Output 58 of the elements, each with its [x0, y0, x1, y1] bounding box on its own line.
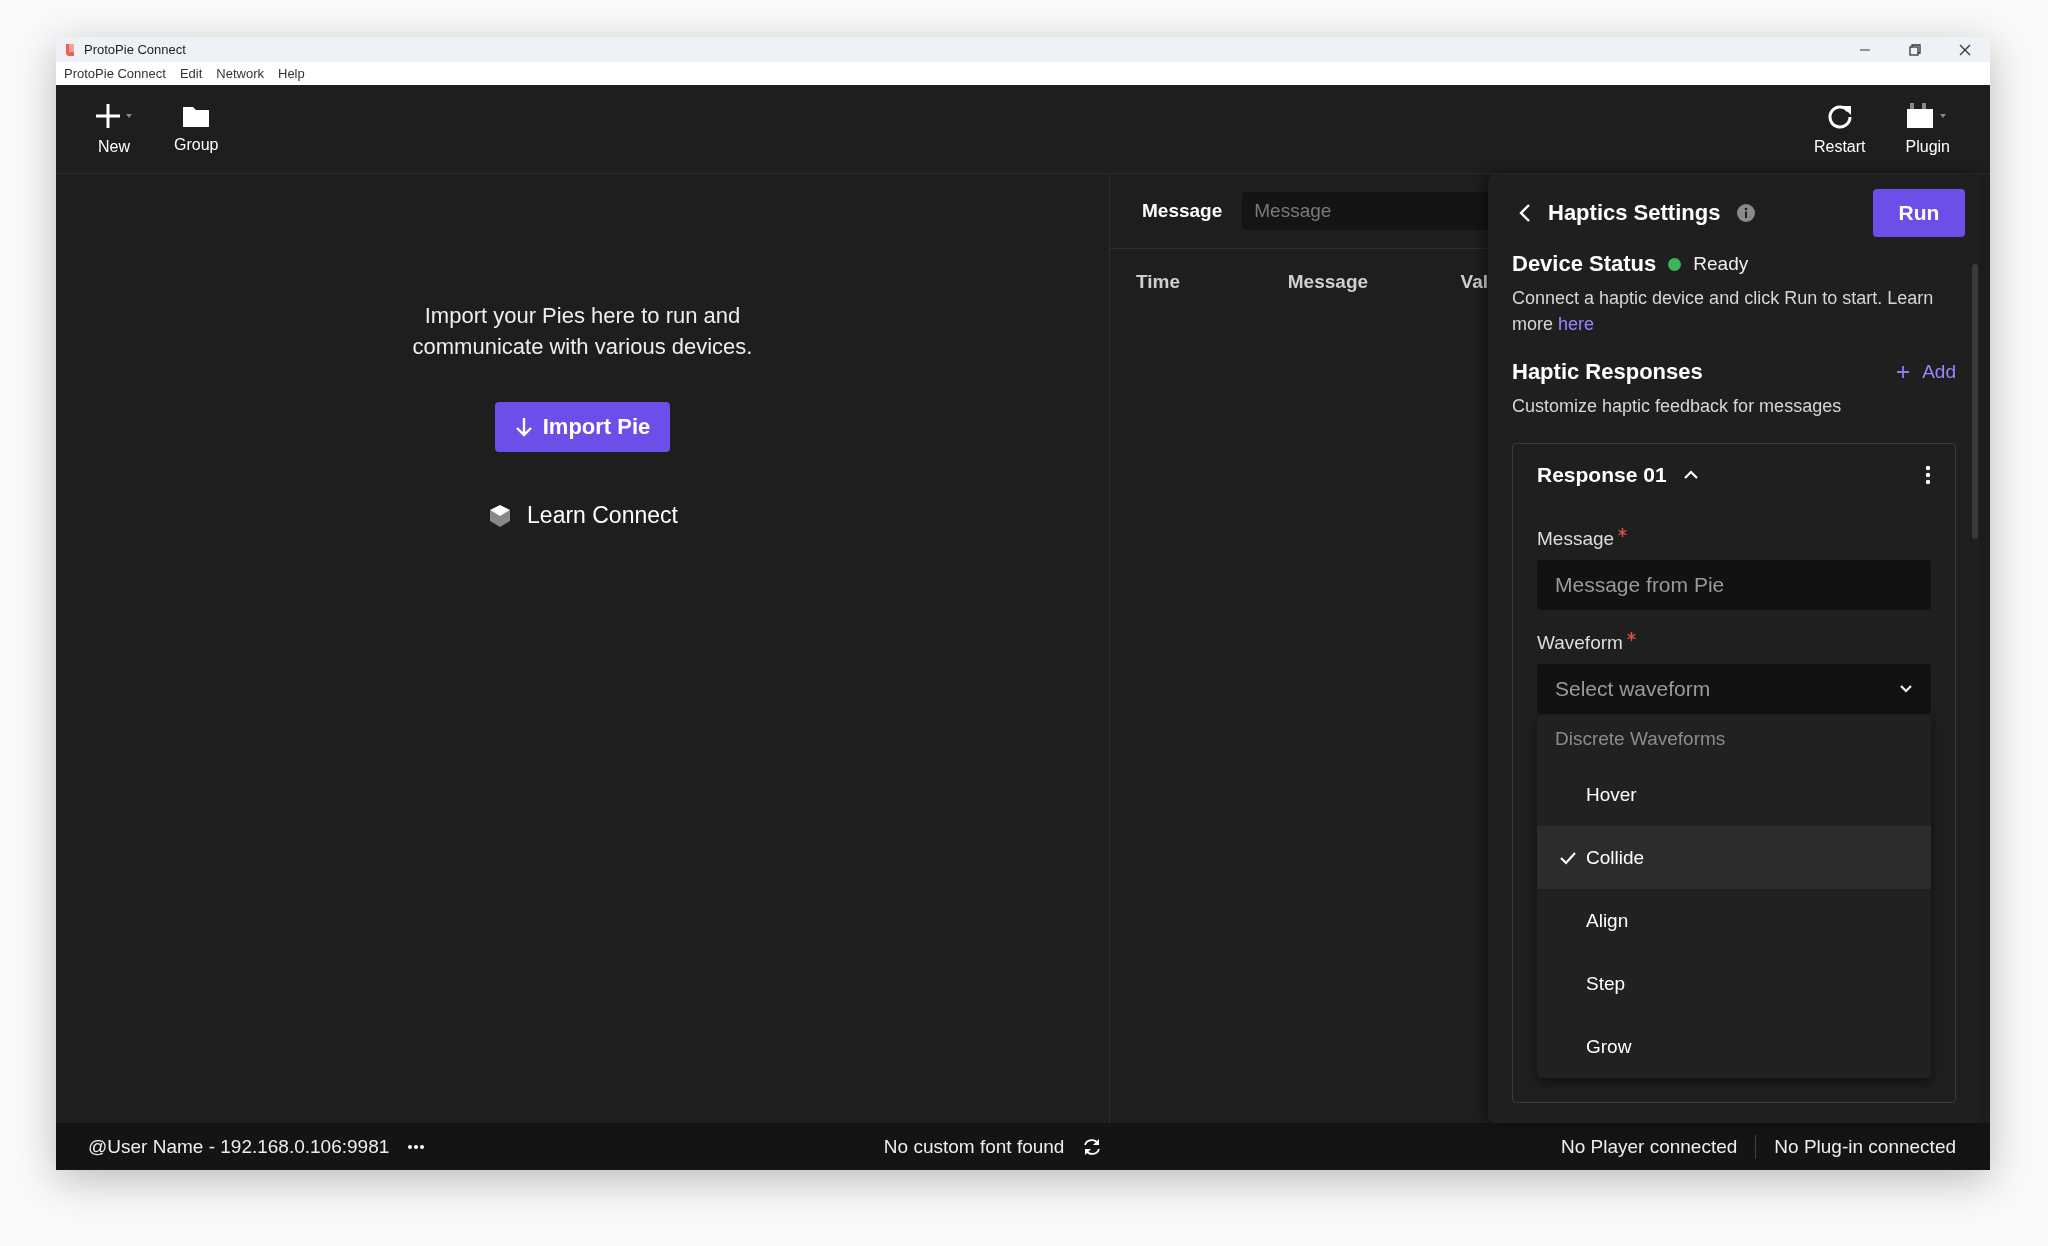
device-hint: Connect a haptic device and click Run to start. Learn more here: [1512, 287, 1935, 336]
waveform-select[interactable]: Select waveform: [1537, 664, 1931, 714]
menu-item[interactable]: Help: [278, 66, 305, 81]
plus-icon: [1896, 365, 1911, 379]
empty-state-text: Import your Pies here to run and communicate with various devices.: [411, 302, 754, 361]
collapse-toggle[interactable]: [1682, 469, 1699, 481]
arrow-down-icon: [514, 416, 533, 438]
menu-item[interactable]: Edit: [179, 66, 203, 81]
plugin-status: No Plug-in connected: [1774, 1135, 1956, 1158]
response-title: Response 01: [1537, 463, 1667, 487]
option-group-label: Discrete Waveforms: [1554, 727, 1727, 751]
scrollbar[interactable]: [1972, 264, 1978, 539]
refresh-icon[interactable]: [1082, 1136, 1103, 1157]
field-label: Waveform: [1537, 632, 1623, 654]
plus-icon: [94, 102, 134, 130]
window-title: ProtoPie Connect: [84, 42, 186, 57]
learn-link[interactable]: Learn Connect: [487, 502, 678, 529]
menu-item[interactable]: ProtoPie Connect: [64, 66, 166, 81]
run-button[interactable]: Run: [1873, 189, 1965, 237]
player-status: No Player connected: [1560, 1135, 1738, 1158]
panel-title: Haptics Settings: [1548, 200, 1721, 226]
dropdown-option[interactable]: Align: [1537, 889, 1931, 952]
restore-icon[interactable]: [1908, 42, 1922, 57]
font-status: No custom font found: [883, 1135, 1065, 1158]
dropdown-option[interactable]: Hover: [1537, 763, 1931, 826]
toolbar-button[interactable]: Group: [174, 104, 219, 154]
column-header: Val: [1460, 271, 1488, 293]
import-button[interactable]: Import Pie: [494, 402, 671, 452]
toolbar-button[interactable]: Plugin: [1905, 102, 1950, 156]
status-dot: [1668, 257, 1682, 271]
check-icon: [1559, 850, 1577, 865]
column-header: Message: [1287, 271, 1370, 293]
info-icon[interactable]: [1736, 203, 1757, 223]
message-field[interactable]: Message from Pie: [1537, 560, 1931, 610]
dropdown-option[interactable]: Step: [1537, 952, 1931, 1015]
folder-icon: [182, 104, 211, 128]
toolbar-button[interactable]: Restart: [1813, 102, 1866, 156]
section-heading: Device Status: [1512, 251, 1657, 277]
user-address: @User Name - 192.168.0.106:9981: [88, 1135, 390, 1158]
responses-hint: Customize haptic feedback for messages: [1512, 395, 1843, 418]
status-text: Ready: [1693, 253, 1749, 275]
filter-label: Message: [1142, 200, 1223, 222]
back-icon[interactable]: [1518, 202, 1532, 224]
dropdown-option[interactable]: Grow: [1537, 1015, 1931, 1078]
section-heading: Haptic Responses: [1512, 359, 1703, 385]
menu-item[interactable]: Network: [216, 66, 264, 81]
column-header: Time: [1136, 271, 1181, 293]
dropdown-option[interactable]: Collide: [1537, 826, 1931, 889]
message-filter-field[interactable]: Message: [1242, 192, 1488, 230]
more-icon[interactable]: [407, 1143, 426, 1150]
more-icon[interactable]: [1925, 465, 1931, 485]
field-label: Message: [1537, 528, 1615, 550]
app-logo-icon: [64, 42, 76, 57]
close-icon[interactable]: [1958, 42, 1972, 57]
toolbar-button[interactable]: New: [94, 102, 134, 156]
here-link[interactable]: here: [1558, 314, 1595, 334]
chevron-down-icon: [1899, 684, 1913, 694]
add-button[interactable]: Add: [1896, 361, 1956, 383]
